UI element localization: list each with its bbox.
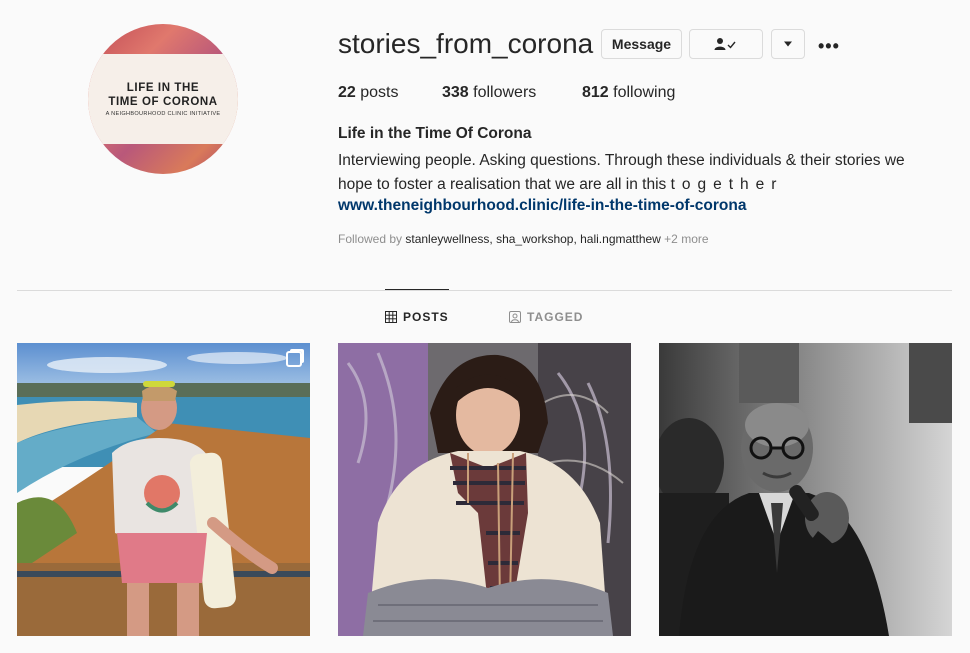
following-label: following [608, 84, 676, 101]
followers-stat[interactable]: 338 followers [442, 84, 536, 102]
following-count: 812 [582, 84, 609, 101]
followers-count: 338 [442, 84, 469, 101]
avatar-logo-band: LIFE IN THE TIME OF CORONA A NEIGHBOURHO… [88, 54, 238, 144]
followers-label: followers [468, 84, 537, 101]
profile-bio: Interviewing people. Asking questions. T… [338, 149, 958, 197]
followed-by-more[interactable]: +2 more [661, 232, 708, 246]
avatar-line2: TIME OF CORONA [108, 96, 218, 108]
tab-tagged[interactable]: TAGGED [509, 310, 583, 324]
bio-line2: hope to foster a realisation that we are… [338, 173, 958, 197]
multi-photo-icon [286, 351, 302, 367]
more-options-icon[interactable]: ••• [818, 36, 840, 57]
post-image [659, 343, 952, 636]
posts-stat: 22 posts [338, 84, 398, 102]
bio-line2-start: hope to foster a realisation that we are… [338, 176, 671, 193]
tabs-divider [17, 290, 952, 291]
followed-by-text: Followed by stanleywellness, sha_worksho… [338, 232, 709, 246]
person-check-icon [714, 38, 736, 50]
caret-down-icon [784, 41, 792, 47]
posts-label: posts [355, 84, 399, 101]
tab-posts[interactable]: POSTS [385, 310, 449, 324]
dropdown-button[interactable] [771, 29, 805, 59]
avatar-line3: A NEIGHBOURHOOD CLINIC INITIATIVE [105, 111, 221, 117]
bio-line2-spaced: together [670, 176, 784, 193]
bio-line1: Interviewing people. Asking questions. T… [338, 152, 905, 169]
following-button[interactable] [689, 29, 763, 59]
post-image [17, 343, 310, 636]
post-image [338, 343, 631, 636]
tab-posts-label: POSTS [403, 310, 449, 324]
active-tab-indicator [385, 289, 449, 290]
post-thumbnail[interactable] [17, 343, 310, 636]
avatar-line1: LIFE IN THE [126, 82, 200, 94]
following-stat[interactable]: 812 following [582, 84, 675, 102]
posts-count: 22 [338, 84, 356, 101]
grid-icon [385, 311, 397, 323]
message-button[interactable]: Message [601, 29, 682, 59]
followed-by-users[interactable]: stanleywellness, sha_workshop, hali.ngma… [405, 232, 660, 246]
tab-tagged-label: TAGGED [527, 310, 584, 324]
profile-username: stories_from_corona [338, 28, 594, 59]
profile-website-link[interactable]: www.theneighbourhood.clinic/life-in-the-… [338, 197, 746, 215]
profile-full-name: Life in the Time Of Corona [338, 125, 532, 142]
post-thumbnail[interactable] [659, 343, 952, 636]
followed-by-prefix: Followed by [338, 232, 406, 246]
tagged-icon [509, 311, 521, 323]
post-thumbnail[interactable] [338, 343, 631, 636]
profile-avatar[interactable]: LIFE IN THE TIME OF CORONA A NEIGHBOURHO… [88, 24, 238, 174]
